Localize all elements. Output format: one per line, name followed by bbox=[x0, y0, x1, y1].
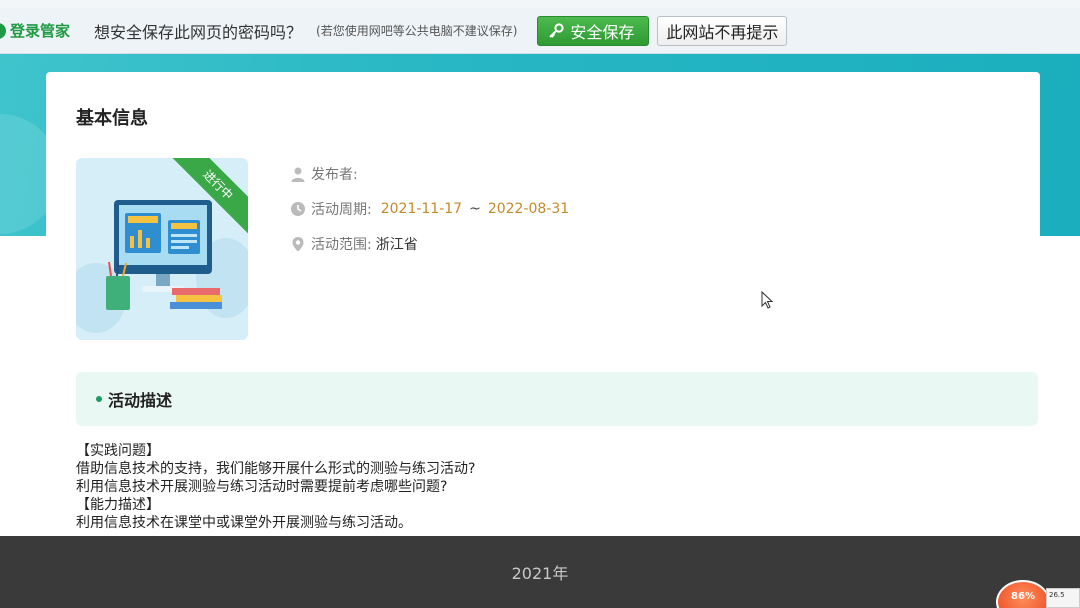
browser-chrome-sliver bbox=[0, 0, 1080, 8]
period-start-date: 2021-11-17 bbox=[380, 201, 463, 217]
publisher-row: 发布者: bbox=[290, 164, 569, 184]
mouse-cursor-icon bbox=[761, 291, 773, 309]
year-caption: 2021年 bbox=[511, 564, 569, 583]
period-label: 活动周期: bbox=[311, 202, 372, 218]
save-password-question: 想安全保存此网页的密码吗？ bbox=[94, 22, 303, 42]
description-line: 借助信息技术的支持，我们能够开展什么形式的测验与练习活动? bbox=[76, 461, 476, 477]
scope-row: 活动范围: 浙江省 bbox=[290, 234, 569, 254]
period-row: 活动周期: 2021-11-17 ~ 2022-08-31 bbox=[290, 199, 569, 219]
description-line: 【实践问题】 bbox=[76, 443, 160, 459]
activity-meta: 发布者: 活动周期: 2021-11-17 ~ 2022-08-31 活动范围: bbox=[290, 164, 569, 269]
activity-info-card: 基本信息 进行中 发布者: 活动周期: 2021-11-17 ~ 2022-08… bbox=[46, 72, 1040, 542]
publisher-label: 发布者: bbox=[311, 167, 358, 183]
scope-value: 浙江省 bbox=[375, 237, 418, 253]
screen: 登录管家 想安全保存此网页的密码吗？ (若您使用网吧等公共电脑不建议保存) 安全… bbox=[0, 0, 1080, 608]
description-line: 利用信息技术开展测验与练习活动时需要提前考虑哪些问题? bbox=[76, 479, 448, 495]
user-icon bbox=[291, 167, 305, 182]
brand-icon bbox=[0, 22, 6, 39]
brand-label: 登录管家 bbox=[10, 22, 71, 40]
description-line: 【能力描述】 bbox=[76, 497, 160, 513]
network-speed-readout: 26.5 bbox=[1046, 588, 1080, 608]
password-manager-brand: 登录管家 bbox=[0, 20, 70, 41]
description-title: 活动描述 bbox=[108, 391, 173, 410]
description-line: 利用信息技术在课堂中或课堂外开展测验与练习活动。 bbox=[76, 515, 412, 531]
basic-info-title: 基本信息 bbox=[74, 104, 148, 130]
public-computer-hint: (若您使用网吧等公共电脑不建议保存) bbox=[316, 24, 518, 38]
activity-cover-image: 进行中 bbox=[76, 158, 248, 340]
video-overlay-bar: 2021年 bbox=[0, 536, 1080, 608]
clock-icon bbox=[291, 202, 305, 216]
location-pin-icon bbox=[292, 237, 304, 252]
key-icon bbox=[549, 22, 565, 38]
password-save-bar: 登录管家 想安全保存此网页的密码吗？ (若您使用网吧等公共电脑不建议保存) 安全… bbox=[0, 8, 1080, 54]
never-remind-button[interactable]: 此网站不再提示 bbox=[657, 15, 788, 46]
period-end-date: 2022-08-31 bbox=[487, 201, 570, 217]
safe-save-label: 安全保存 bbox=[570, 22, 635, 42]
description-body: 【实践问题】 借助信息技术的支持，我们能够开展什么形式的测验与练习活动? 利用信… bbox=[76, 442, 475, 532]
period-separator: ~ bbox=[469, 201, 481, 217]
safe-save-button[interactable]: 安全保存 bbox=[537, 15, 650, 46]
never-remind-label: 此网站不再提示 bbox=[666, 22, 779, 42]
bullet-dot bbox=[96, 396, 102, 402]
description-header: 活动描述 bbox=[76, 372, 1038, 426]
scope-label: 活动范围: bbox=[311, 237, 372, 253]
